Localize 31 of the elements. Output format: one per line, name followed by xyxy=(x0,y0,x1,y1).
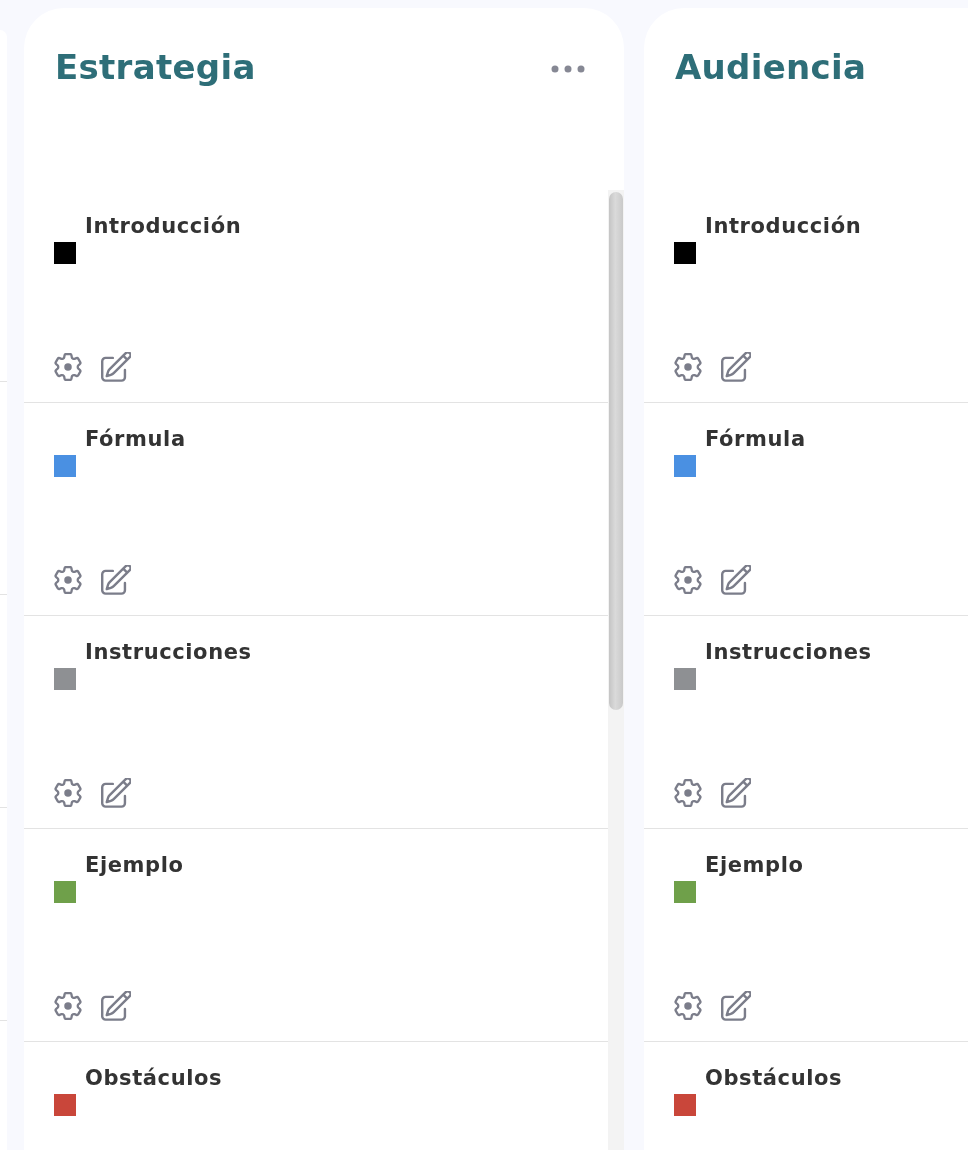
row-title: Obstáculos xyxy=(85,1065,223,1092)
settings-icon[interactable] xyxy=(54,353,82,381)
column-title: Audiencia xyxy=(675,46,867,89)
settings-icon[interactable] xyxy=(54,566,82,594)
row-title: Obstáculos xyxy=(705,1065,843,1092)
settings-icon[interactable] xyxy=(54,992,82,1020)
row-title: Introducción xyxy=(705,213,862,240)
settings-icon[interactable] xyxy=(674,992,702,1020)
settings-icon[interactable] xyxy=(674,566,702,594)
settings-icon[interactable] xyxy=(674,353,702,381)
row-title: Fórmula xyxy=(85,426,186,453)
edit-icon[interactable] xyxy=(101,352,131,382)
settings-icon[interactable] xyxy=(54,779,82,807)
row-title: Introducción xyxy=(85,213,242,240)
edit-icon[interactable] xyxy=(101,778,131,808)
row-title: Ejemplo xyxy=(85,852,184,879)
edit-icon[interactable] xyxy=(101,565,131,595)
edit-icon[interactable] xyxy=(721,352,751,382)
edit-icon[interactable] xyxy=(721,565,751,595)
more-options-icon[interactable] xyxy=(551,65,585,73)
row-title: Fórmula xyxy=(705,426,806,453)
row-title: Ejemplo xyxy=(705,852,804,879)
edit-icon[interactable] xyxy=(721,778,751,808)
edit-icon[interactable] xyxy=(721,991,751,1021)
row-title: Instrucciones xyxy=(85,639,252,666)
row-title: Instrucciones xyxy=(705,639,872,666)
settings-icon[interactable] xyxy=(674,779,702,807)
column-title: Estrategia xyxy=(55,46,256,89)
scrollbar-track[interactable] xyxy=(608,190,624,1150)
edit-icon[interactable] xyxy=(101,991,131,1021)
scrollbar-thumb[interactable] xyxy=(609,192,623,710)
